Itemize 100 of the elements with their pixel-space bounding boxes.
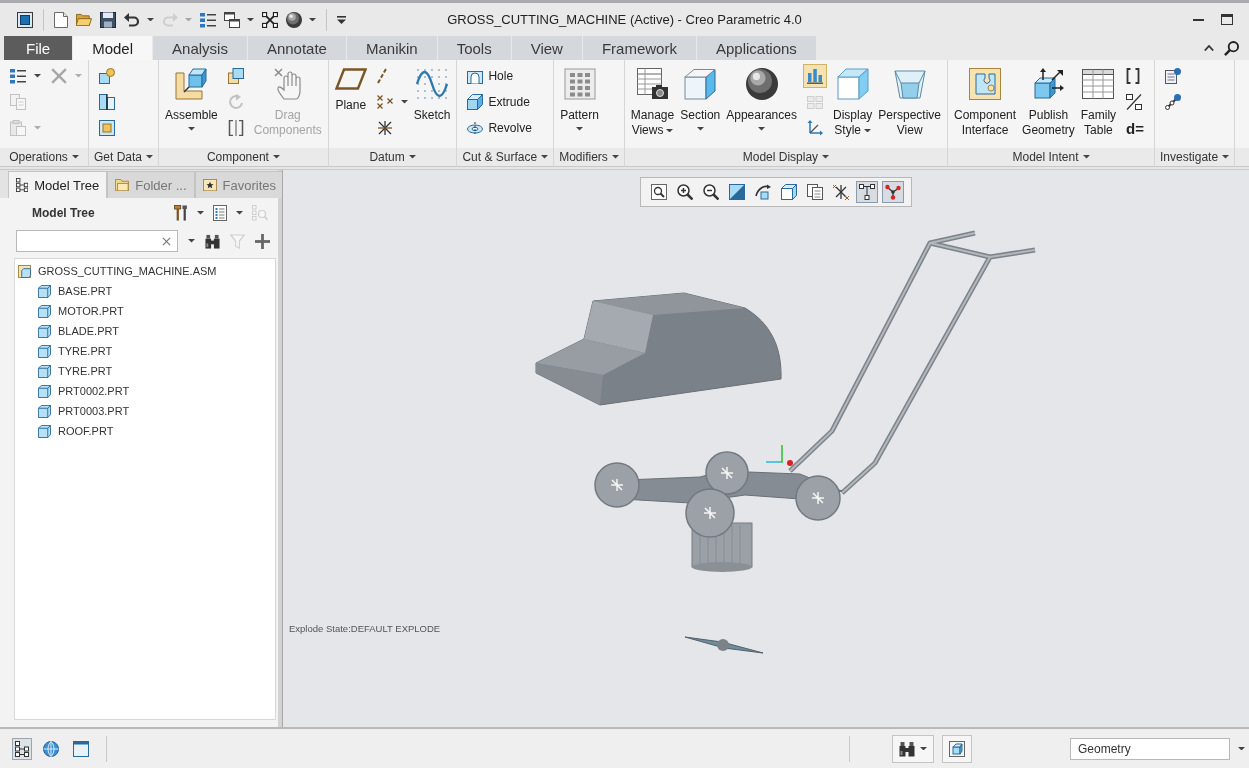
folder-icon [115,178,130,192]
caret-down-icon [187,127,195,131]
undo-arrow-icon[interactable] [124,12,140,27]
search-icon[interactable] [1224,40,1239,56]
ribbon-tab[interactable]: Annotate [247,36,346,60]
caret-down-icon[interactable] [147,17,154,22]
hammer-wrench-icon[interactable] [173,205,188,221]
ribbon-button[interactable]: Component Interface [952,62,1019,138]
caret-up-icon[interactable] [1204,45,1214,51]
tree-item[interactable]: TYRE.PRT [15,341,275,361]
ribbon-tab[interactable]: Analysis [153,36,247,60]
caret-down-icon [408,155,416,159]
ribbon-button[interactable]: Publish Geometry [1020,62,1077,138]
search-field[interactable] [16,230,178,252]
revolve-ring-icon [467,122,484,134]
caret-down-icon[interactable] [236,211,243,215]
overlapping-windows-icon[interactable] [224,11,240,28]
tree-item[interactable]: GROSS_CUTTING_MACHINE.ASM [15,261,275,281]
caret-down-icon[interactable] [188,239,195,243]
tree-item[interactable]: TYRE.PRT [15,361,275,381]
find-button[interactable] [892,734,934,763]
minimize-icon[interactable] [1193,18,1204,21]
tree-item[interactable]: BLADE.PRT [15,321,275,341]
new-document-icon[interactable] [54,11,68,28]
extruded-block-icon [467,94,484,110]
caret-down-icon [1082,155,1090,159]
ribbon-tab[interactable]: View [511,36,582,60]
ribbon-button[interactable]: Sketch [411,62,453,123]
sphere-icon [745,68,778,100]
tree-nodes-icon[interactable] [12,737,32,760]
l-bracket-cube-icon [175,68,208,100]
caret-down-icon [576,127,583,131]
plus-icon[interactable] [255,233,270,249]
caret-down-icon[interactable] [400,100,408,104]
tree-item[interactable]: PRT0003.PRT [15,401,275,421]
open-folder-icon[interactable] [76,12,92,27]
hole-block-icon [467,68,484,84]
ribbon-button[interactable]: Display Style [830,62,875,138]
ribbon-tab[interactable]: Model [73,36,153,60]
list-rows-icon[interactable] [200,11,216,28]
ribbon-button[interactable]: Extrude [463,91,534,113]
caret-down-icon[interactable] [34,74,41,78]
magnifier-plus-icon[interactable] [674,181,696,203]
maximize-icon[interactable] [1221,14,1233,25]
part-cube-icon [38,404,51,418]
relations-button[interactable]: d= [1122,118,1149,138]
part-cube-icon [38,284,51,298]
selection-filter-dropdown[interactable]: Geometry [1070,737,1230,760]
tree-item[interactable]: ROOF.PRT [15,421,275,441]
bars-icon[interactable] [802,64,827,88]
caret-down-icon [864,128,871,133]
caret-down-icon[interactable] [247,17,254,22]
selection-button[interactable] [942,734,972,763]
caret-down-icon [71,155,79,159]
app-window-icon[interactable] [17,11,33,28]
document-stack-icon[interactable] [804,181,826,203]
ribbon-button[interactable]: Plane [332,62,369,113]
navigator-tab[interactable]: Model Tree [8,171,108,198]
caret-down-icon[interactable] [1238,746,1245,751]
cube-arrows-icon [1032,68,1065,100]
caret-down-icon [822,155,830,159]
ribbon-tab[interactable]: Tools [437,36,511,60]
part-cube-icon [38,384,51,398]
ribbon-button[interactable]: Revolve [463,118,536,138]
x-squares-icon[interactable] [262,11,278,28]
part-cube-icon [38,324,51,338]
ribbon-button[interactable]: Assemble [163,62,220,131]
outline-cube-icon[interactable] [778,181,800,203]
tree-item[interactable]: MOTOR.PRT [15,301,275,321]
sphere-icon[interactable] [286,11,302,28]
hand-cross-icon [273,68,302,100]
tree-item[interactable]: PRT0002.PRT [15,381,275,401]
ribbon-button[interactable]: Appearances [724,62,799,131]
magnifier-frame-icon[interactable] [648,181,670,203]
part-cube-icon [38,364,51,378]
ribbon-button[interactable]: Section [678,62,723,131]
crossed-axes-icon[interactable] [856,181,878,203]
tree-item[interactable]: BASE.PRT [15,281,275,301]
caret-down-icon[interactable] [197,211,204,215]
split-square-icon[interactable] [726,181,748,203]
caret-down-icon[interactable] [309,17,316,22]
ribbon-tab[interactable]: Manikin [346,36,437,60]
caret-bar-icon[interactable] [337,15,346,24]
magnifier-minus-icon[interactable] [700,181,722,203]
ribbon-button[interactable]: Pattern [558,62,601,131]
list-document-icon[interactable] [213,205,227,221]
parallelogram-icon [334,68,367,90]
ribbon-button[interactable]: Manage Views [628,62,677,138]
ribbon-tab[interactable]: Framework [582,36,696,60]
binoculars-icon [899,740,915,757]
clear-x-icon[interactable] [162,236,171,246]
table-grid-icon [1082,68,1115,100]
ribbon-button[interactable]: Family Table [1078,62,1119,138]
sliced-block-icon [684,68,717,100]
ribbon-button[interactable]: Hole [463,65,518,87]
ribbon-button[interactable]: Perspective View [876,62,944,138]
binoculars-icon[interactable] [205,233,220,249]
file-menu-tab[interactable]: File [4,36,73,60]
ribbon-tab[interactable]: Applications [696,36,816,60]
linked-nodes-icon[interactable] [882,181,904,203]
